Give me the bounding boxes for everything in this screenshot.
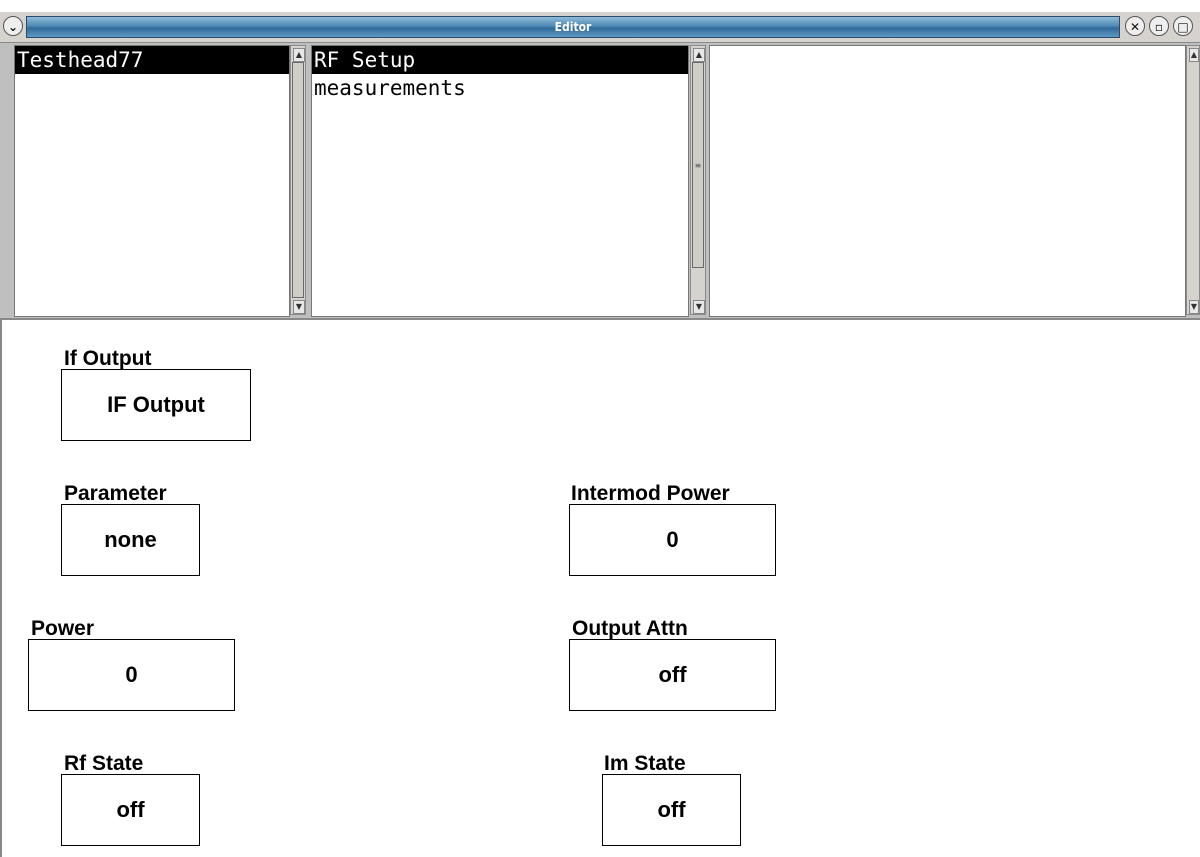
list-setups[interactable]: RF Setup measurements [311, 45, 689, 317]
scroll-down-icon[interactable]: ▼ [693, 300, 705, 314]
list-details[interactable] [709, 45, 1186, 317]
editor-window: ⌄ Editor ✕ ▫ □ Testhead77 ▲ ▼ RF Setup m… [0, 0, 1200, 857]
minimize-button[interactable]: ▫ [1149, 16, 1169, 36]
intermod-power-field[interactable]: 0 [569, 504, 776, 576]
chevron-down-icon: ⌄ [7, 20, 19, 34]
output-attn-field[interactable]: off [569, 639, 776, 711]
list-item[interactable]: Testhead77 [15, 46, 289, 74]
list-item[interactable]: measurements [312, 74, 688, 102]
parameter-field[interactable]: none [61, 504, 200, 576]
maximize-icon: □ [1177, 20, 1189, 34]
window-menu-button[interactable]: ⌄ [3, 16, 23, 36]
scroll-up-icon[interactable]: ▲ [693, 48, 705, 62]
scroll-up-icon[interactable]: ▲ [1189, 48, 1199, 62]
browser-panes: Testhead77 ▲ ▼ RF Setup measurements ▲ ≡… [0, 43, 1200, 320]
maximize-button[interactable]: □ [1173, 16, 1193, 36]
power-label: Power [31, 617, 95, 641]
output-attn-label: Output Attn [572, 617, 688, 641]
rf-state-field[interactable]: off [61, 774, 200, 846]
titlebar: ⌄ Editor ✕ ▫ □ [0, 12, 1200, 43]
scroll-thumb[interactable]: ≡ [692, 62, 704, 268]
list-item[interactable]: RF Setup [312, 46, 688, 74]
scroll-thumb[interactable] [292, 62, 304, 298]
list-testheads[interactable]: Testhead77 [14, 45, 290, 317]
scroll-down-icon[interactable]: ▼ [293, 300, 305, 314]
parameter-label: Parameter [64, 482, 167, 506]
rf-state-label: Rf State [64, 752, 144, 776]
scrollbar-middle[interactable]: ▲ ≡ ▼ [690, 45, 706, 315]
scrollbar-left[interactable]: ▲ ▼ [290, 45, 306, 315]
im-state-label: Im State [604, 752, 686, 776]
scroll-down-icon[interactable]: ▼ [1189, 300, 1199, 314]
im-state-field[interactable]: off [602, 774, 741, 846]
minimize-icon: ▫ [1154, 20, 1164, 34]
scrollbar-right[interactable]: ▲ ▼ [1186, 45, 1200, 315]
close-icon: ✕ [1129, 20, 1141, 34]
if-output-field[interactable]: IF Output [61, 369, 251, 441]
scroll-up-icon[interactable]: ▲ [293, 48, 305, 62]
intermod-power-label: Intermod Power [571, 482, 730, 506]
if-output-label: If Output [64, 347, 152, 371]
power-field[interactable]: 0 [28, 639, 235, 711]
close-button[interactable]: ✕ [1125, 16, 1145, 36]
window-title: Editor [26, 16, 1120, 38]
panel-edge [0, 318, 2, 857]
